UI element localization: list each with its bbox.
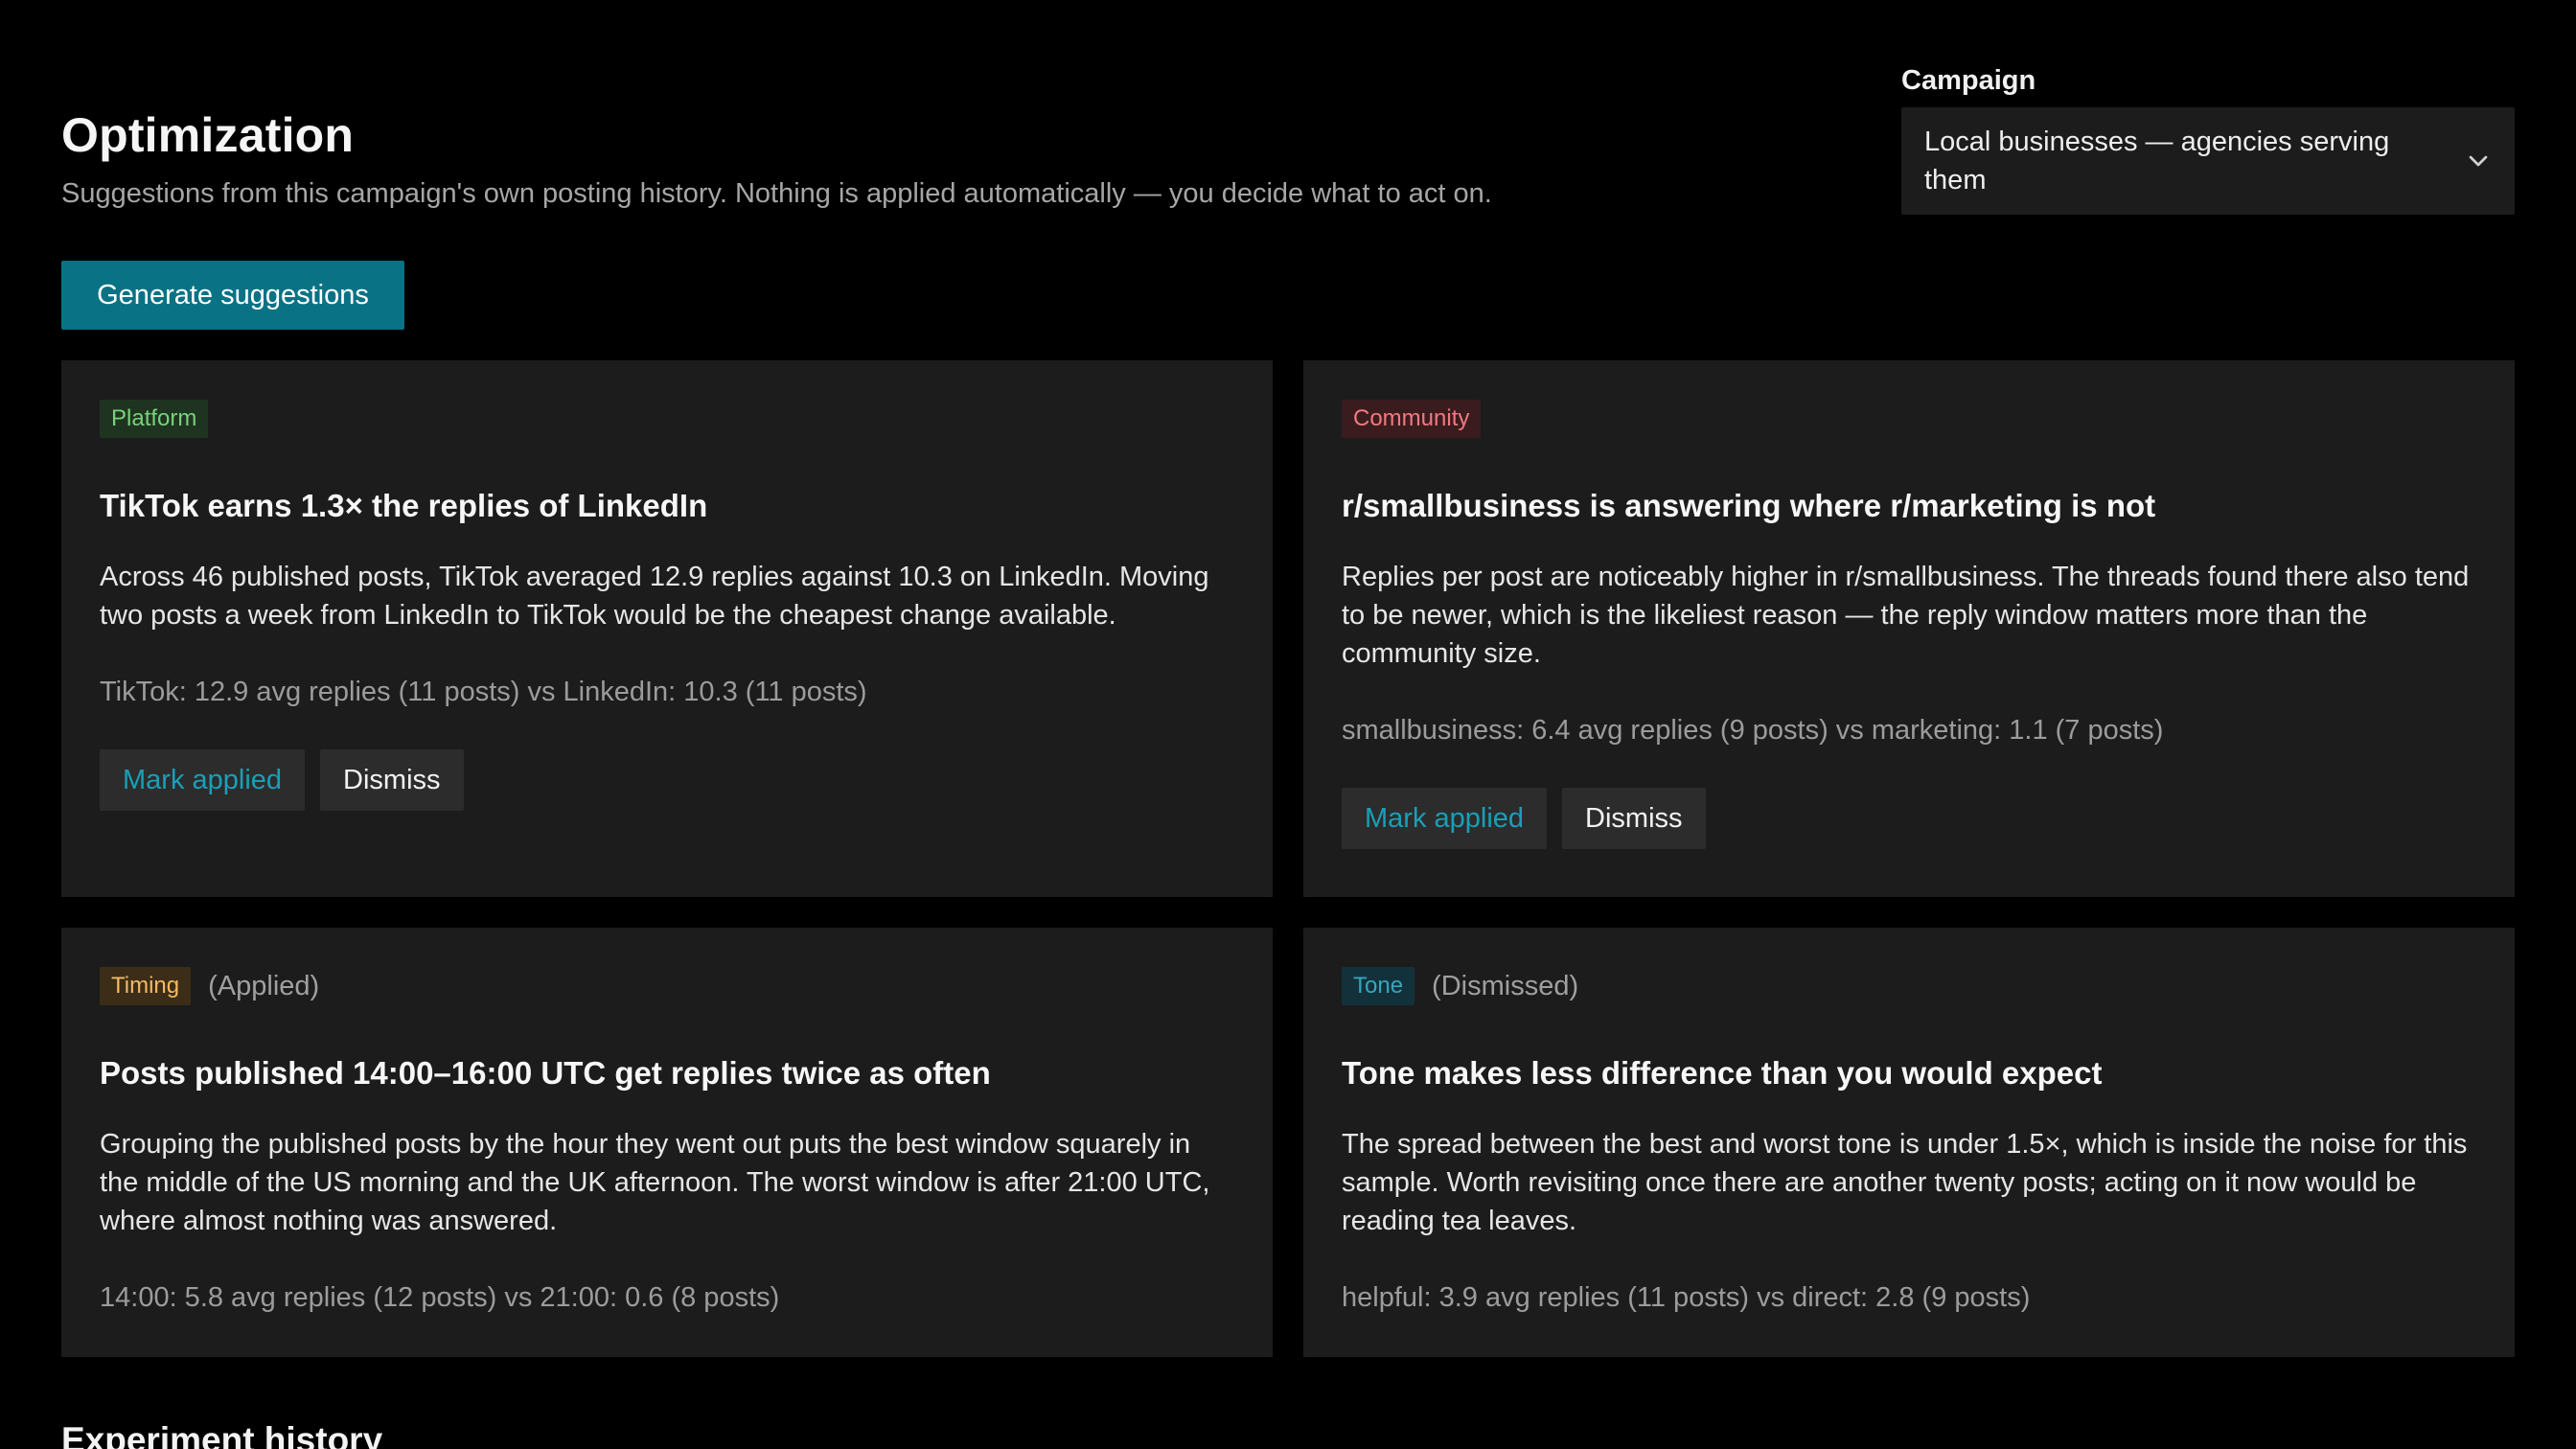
mark-applied-button[interactable]: Mark applied bbox=[100, 749, 306, 811]
card-body: Across 46 published posts, TikTok averag… bbox=[100, 562, 1209, 631]
card-stat: 14:00: 5.8 avg replies (12 posts) vs 21:… bbox=[100, 1282, 780, 1313]
optimization-page: Optimization Suggestions from this campa… bbox=[0, 0, 2576, 1449]
dismiss-button[interactable]: Dismiss bbox=[320, 749, 464, 811]
dismiss-button[interactable]: Dismiss bbox=[1562, 788, 1706, 849]
tag-tone: Tone bbox=[1342, 967, 1415, 1005]
card-title: TikTok earns 1.3× the replies of LinkedI… bbox=[100, 488, 708, 523]
card-stat: smallbusiness: 6.4 avg replies (9 posts)… bbox=[1342, 715, 2164, 746]
card-body: Replies per post are noticeably higher i… bbox=[1342, 562, 2470, 669]
card-title: Posts published 14:00–16:00 UTC get repl… bbox=[100, 1055, 991, 1091]
page-subtitle: Suggestions from this campaign's own pos… bbox=[61, 178, 1492, 209]
card-actions: Mark applied Dismiss bbox=[1342, 788, 2476, 849]
tag-platform: Platform bbox=[100, 400, 209, 438]
suggestion-card-community: Community r/smallbusiness is answering w… bbox=[1303, 360, 2515, 897]
chevron-down-icon bbox=[2469, 155, 2488, 167]
suggestion-card-timing: Timing (Applied) Posts published 14:00–1… bbox=[61, 928, 1273, 1357]
suggestion-card-platform: Platform TikTok earns 1.3× the replies o… bbox=[61, 360, 1273, 897]
card-body: The spread between the best and worst to… bbox=[1342, 1129, 2468, 1236]
card-title: r/smallbusiness is answering where r/mar… bbox=[1342, 488, 2156, 523]
page-title: Optimization bbox=[61, 108, 355, 162]
card-body: Grouping the published posts by the hour… bbox=[100, 1129, 1210, 1236]
card-title: Tone makes less difference than you woul… bbox=[1342, 1055, 2103, 1091]
generate-suggestions-button[interactable]: Generate suggestions bbox=[61, 261, 404, 330]
campaign-label: Campaign bbox=[1901, 65, 2036, 96]
card-actions: Mark applied Dismiss bbox=[100, 749, 1234, 811]
tag-community: Community bbox=[1342, 400, 1482, 438]
mark-applied-button[interactable]: Mark applied bbox=[1342, 788, 1548, 849]
campaign-selected-value: Local businesses — agencies serving them bbox=[1924, 126, 2390, 196]
suggestion-card-tone: Tone (Dismissed) Tone makes less differe… bbox=[1303, 928, 2515, 1357]
campaign-select[interactable]: Local businesses — agencies serving them bbox=[1901, 107, 2515, 215]
card-stat: helpful: 3.9 avg replies (11 posts) vs d… bbox=[1342, 1282, 2031, 1313]
tag-timing: Timing bbox=[100, 967, 192, 1005]
experiment-history-title: Experiment history bbox=[61, 1420, 383, 1449]
status-dismissed: (Dismissed) bbox=[1432, 970, 1579, 1001]
card-stat: TikTok: 12.9 avg replies (11 posts) vs L… bbox=[100, 677, 867, 707]
status-applied: (Applied) bbox=[208, 970, 320, 1001]
